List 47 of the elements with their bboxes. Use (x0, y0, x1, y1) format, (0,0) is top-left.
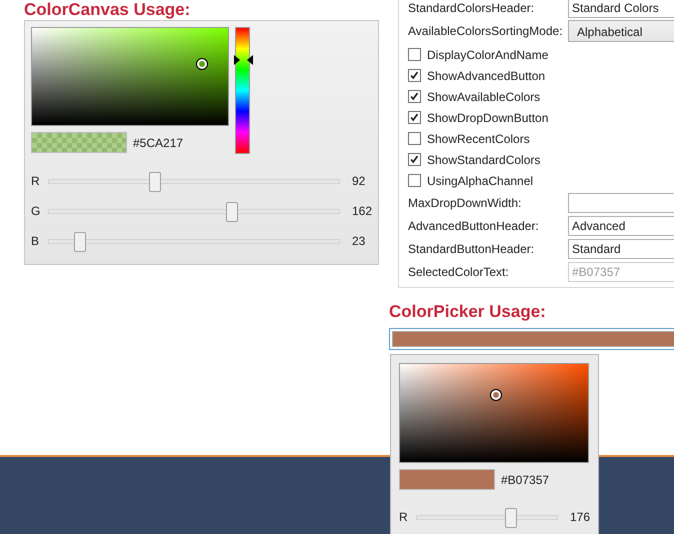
hex-label: #B07357 (501, 472, 550, 488)
property-label: AvailableColorsSortingMode: (408, 23, 564, 40)
color-spectrum-canvas[interactable] (31, 27, 229, 126)
property-label: StandardColorsHeader: (408, 0, 536, 16)
slider-value: 162 (351, 203, 372, 220)
slider-label: B (31, 233, 40, 250)
checkbox-label: ShowAvailableColors (427, 88, 540, 106)
property-label: SelectedColorText: (408, 264, 510, 280)
section-heading: ColorCanvas Usage: (24, 0, 192, 20)
color-spectrum-canvas[interactable] (399, 363, 589, 463)
checkbox[interactable] (408, 153, 421, 166)
slider-label: R (31, 173, 41, 190)
checkbox-label: UsingAlphaChannel (427, 172, 534, 190)
color-cursor[interactable] (196, 59, 207, 70)
slider-thumb[interactable] (74, 232, 86, 252)
slider-thumb[interactable] (505, 508, 518, 528)
input-field[interactable]: Advanced (568, 216, 674, 236)
hue-slider[interactable] (235, 27, 250, 154)
checkbox-label: ShowStandardColors (427, 152, 540, 168)
property-label: AdvancedButtonHeader: (408, 218, 540, 234)
input-field[interactable]: Standard (568, 238, 674, 258)
checkbox[interactable] (408, 132, 421, 145)
checkbox[interactable] (408, 69, 421, 82)
slider-thumb[interactable] (226, 202, 238, 222)
input-field[interactable]: Standard Colors (568, 0, 674, 18)
slider-value: 92 (351, 173, 366, 190)
checkbox-label: ShowDropDownButton (427, 110, 548, 126)
property-label: MaxDropDownWidth: (408, 194, 522, 212)
slider-value: 176 (569, 509, 590, 526)
color-cursor[interactable] (491, 390, 502, 400)
checkbox[interactable] (408, 90, 421, 103)
property-label: StandardButtonHeader: (408, 240, 536, 258)
input-field[interactable] (568, 192, 674, 212)
checkbox-label: DisplayColorAndName (427, 46, 548, 64)
checkbox[interactable] (408, 174, 421, 187)
checkbox[interactable] (408, 111, 421, 124)
checkbox-label: ShowRecentColors (427, 130, 530, 148)
hue-marker-icon[interactable] (234, 54, 253, 65)
section-heading: ColorPicker Usage: (389, 302, 547, 322)
slider-label: R (399, 509, 409, 526)
slider-thumb[interactable] (149, 172, 162, 192)
dropdown[interactable]: Alphabetical (568, 20, 674, 42)
checkbox-label: ShowAdvancedButton (427, 68, 546, 84)
slider-label: G (31, 203, 42, 220)
slider-value: 23 (351, 233, 366, 250)
hex-label: #5CA217 (133, 134, 184, 152)
checkbox[interactable] (408, 48, 421, 61)
